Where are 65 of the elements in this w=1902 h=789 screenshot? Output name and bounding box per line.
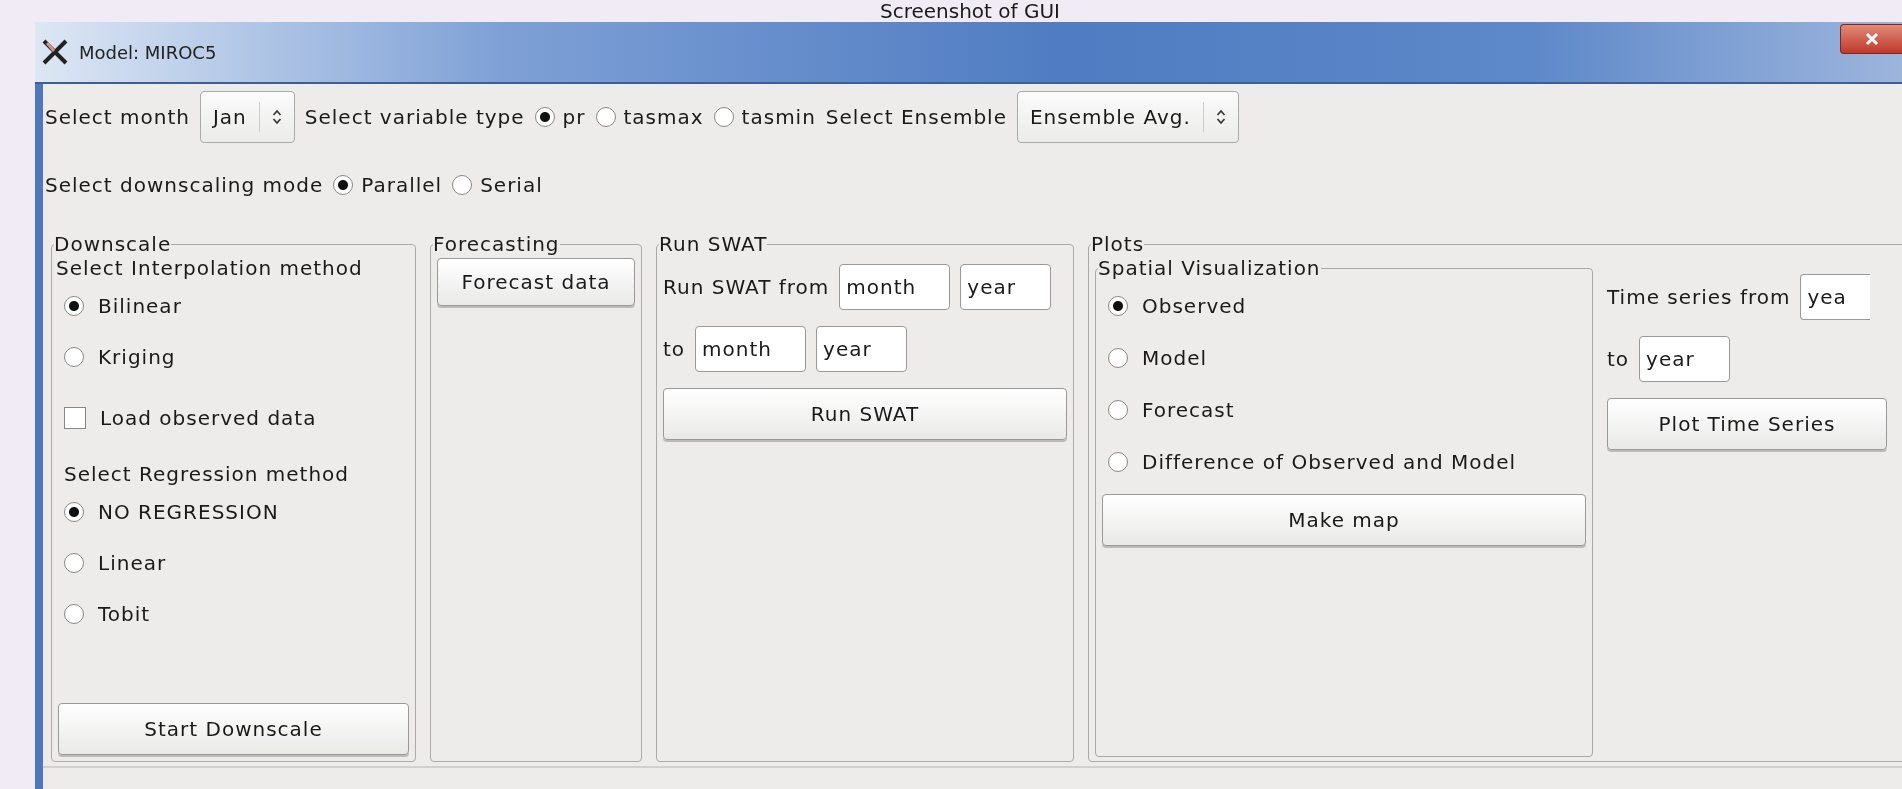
radio-button[interactable]	[1108, 400, 1128, 420]
plot-time-series-button[interactable]: Plot Time Series	[1607, 398, 1887, 450]
field-label: to	[663, 337, 686, 361]
radio-button[interactable]	[452, 175, 473, 195]
panel-title: Forecasting	[433, 232, 560, 256]
make-map-button[interactable]: Make map	[1102, 494, 1586, 546]
ensemble-spinner[interactable]: Ensemble Avg.	[1017, 91, 1239, 143]
section-label: Select Interpolation method	[56, 256, 364, 280]
year-field[interactable]: year	[1639, 336, 1731, 382]
year-field[interactable]: year	[960, 264, 1052, 310]
start-downscale-button[interactable]: Start Downscale	[58, 703, 409, 755]
radio-label: Forecast	[1142, 398, 1235, 422]
close-icon	[1864, 32, 1879, 46]
radio-label: pr	[562, 105, 586, 129]
radio-label: Bilinear	[98, 293, 182, 318]
month-spinner[interactable]: Jan	[199, 91, 295, 143]
forecast-data-button[interactable]: Forecast data	[437, 258, 635, 306]
radio-button[interactable]	[64, 552, 84, 573]
month-field[interactable]: month	[839, 264, 951, 310]
radio-label: Parallel	[361, 173, 443, 197]
radio-button[interactable]	[534, 107, 555, 127]
section-label: Select Regression method	[64, 462, 351, 486]
panel-title: Run SWAT	[659, 232, 768, 256]
field-label: to	[1607, 347, 1630, 371]
field-label: Select Ensemble	[825, 105, 1007, 129]
radio-label: Linear	[98, 550, 167, 575]
field-label: Select downscaling mode	[45, 173, 324, 197]
radio-label: NO REGRESSION	[98, 499, 279, 524]
field-label: Select variable type	[304, 105, 525, 129]
radio-button[interactable]	[1108, 452, 1128, 472]
close-button[interactable]	[1840, 24, 1902, 54]
radio-button[interactable]	[64, 346, 84, 367]
cross-icon	[41, 38, 69, 66]
year-field[interactable]: year	[816, 326, 908, 372]
radio-label: Kriging	[98, 344, 176, 369]
checkbox[interactable]	[64, 407, 86, 429]
up-down-arrows-icon	[271, 109, 282, 125]
radio-button[interactable]	[64, 295, 84, 316]
radio-label: tasmin	[741, 105, 816, 129]
year-field[interactable]: yea	[1800, 274, 1871, 320]
checkbox-label: Load observed data	[100, 406, 317, 430]
field-label: Time series from	[1607, 285, 1791, 309]
field-label: Run SWAT from	[663, 275, 830, 299]
field-label: Select month	[45, 105, 190, 129]
radio-button[interactable]	[333, 175, 354, 195]
radio-label: tasmax	[623, 105, 704, 129]
radio-label: Observed	[1142, 294, 1247, 318]
month-field[interactable]: month	[695, 326, 807, 372]
radio-button[interactable]	[1108, 296, 1128, 316]
radio-button[interactable]	[1108, 348, 1128, 368]
slide-title: Screenshot of GUI	[880, 0, 1060, 22]
radio-button[interactable]	[713, 107, 734, 127]
radio-button[interactable]	[64, 501, 84, 522]
radio-button[interactable]	[595, 107, 616, 127]
radio-label: Serial	[480, 173, 543, 197]
up-down-arrows-icon	[1215, 109, 1226, 125]
panel-title: Downscale	[54, 232, 172, 256]
panel-title: Plots	[1091, 232, 1145, 256]
radio-label: Difference of Observed and Model	[1142, 450, 1516, 474]
radio-label: Model	[1142, 346, 1208, 370]
window-title: Model: MIROC5	[79, 41, 217, 63]
panel-title: Spatial Visualization	[1098, 256, 1321, 280]
radio-button[interactable]	[64, 603, 84, 624]
radio-label: Tobit	[98, 601, 151, 626]
run-swat-button[interactable]: Run SWAT	[663, 388, 1067, 440]
